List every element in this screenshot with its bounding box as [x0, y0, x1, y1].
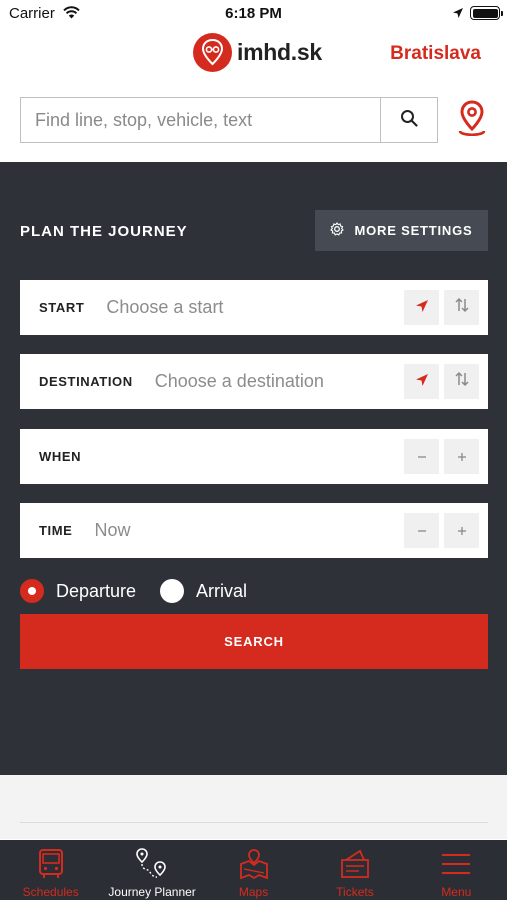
search-icon	[400, 109, 418, 132]
location-arrow-icon	[415, 297, 429, 318]
time-decrement-button[interactable]	[404, 513, 439, 548]
planner-title: PLAN THE JOURNEY	[20, 223, 188, 240]
battery-icon	[470, 6, 503, 20]
when-field[interactable]: WHEN	[20, 429, 488, 484]
swap-arrows-icon	[454, 371, 470, 392]
time-input[interactable]	[94, 520, 355, 541]
clock: 6:18 PM	[225, 5, 282, 22]
minus-icon	[417, 520, 427, 541]
menu-icon	[440, 848, 472, 880]
start-swap-button[interactable]	[444, 290, 479, 325]
search-button[interactable]	[380, 97, 438, 143]
bus-icon	[37, 848, 65, 880]
route-icon	[135, 848, 169, 880]
plus-icon	[457, 446, 467, 467]
arrival-radio[interactable]	[160, 579, 185, 603]
nearby-stops-button[interactable]	[455, 99, 489, 143]
city-selector[interactable]: Bratislava	[390, 43, 481, 65]
start-input[interactable]	[106, 297, 377, 318]
plus-icon	[457, 520, 467, 541]
tab-label: Maps	[238, 885, 269, 899]
destination-field[interactable]: DESTINATION	[20, 354, 488, 409]
tab-label: Journey Planner	[108, 885, 196, 899]
when-decrement-button[interactable]	[404, 439, 439, 474]
ticket-icon	[339, 848, 371, 880]
departure-label[interactable]: Departure	[56, 581, 136, 602]
time-label: TIME	[39, 523, 73, 538]
start-label: START	[39, 300, 85, 315]
app-header: imhd.sk Bratislava	[0, 28, 507, 80]
tab-schedules[interactable]: Schedules	[0, 840, 101, 900]
tab-menu[interactable]: Menu	[406, 840, 507, 900]
tab-label: Schedules	[22, 885, 79, 899]
time-increment-button[interactable]	[444, 513, 479, 548]
start-field[interactable]: START	[20, 280, 488, 335]
app-logo[interactable]: imhd.sk	[193, 33, 322, 72]
location-arrow-icon	[452, 6, 464, 24]
search-bar	[20, 97, 487, 143]
destination-swap-button[interactable]	[444, 364, 479, 399]
when-increment-button[interactable]	[444, 439, 479, 474]
results-area	[0, 775, 507, 839]
swap-arrows-icon	[454, 297, 470, 318]
logo-text: imhd.sk	[237, 39, 322, 65]
tab-tickets[interactable]: Tickets	[304, 840, 405, 900]
departure-radio[interactable]	[20, 579, 44, 603]
location-arrow-icon	[415, 371, 429, 392]
logo-pin-icon	[193, 33, 232, 72]
arrival-label[interactable]: Arrival	[196, 581, 247, 602]
search-submit-button[interactable]: SEARCH	[20, 614, 488, 669]
destination-input[interactable]	[154, 371, 375, 392]
map-pin-icon	[457, 99, 487, 143]
search-input[interactable]	[20, 97, 380, 143]
more-settings-label: MORE SETTINGS	[354, 223, 473, 238]
tab-maps[interactable]: Maps	[203, 840, 304, 900]
tab-journey-planner[interactable]: Journey Planner	[101, 840, 202, 900]
gear-icon	[330, 222, 354, 239]
departure-arrival-toggle: Departure Arrival	[20, 576, 247, 606]
destination-label: DESTINATION	[39, 374, 133, 389]
map-icon	[238, 848, 270, 880]
status-bar: Carrier 6:18 PM	[0, 0, 507, 28]
journey-planner-panel: PLAN THE JOURNEY MORE SETTINGS START DES…	[0, 162, 507, 775]
when-label: WHEN	[39, 449, 82, 464]
tab-label: Menu	[441, 885, 472, 899]
divider	[20, 822, 488, 823]
destination-locate-button[interactable]	[404, 364, 439, 399]
start-locate-button[interactable]	[404, 290, 439, 325]
tab-bar: Schedules Journey Planner Maps Tickets M…	[0, 840, 507, 900]
time-field[interactable]: TIME	[20, 503, 488, 558]
more-settings-button[interactable]: MORE SETTINGS	[315, 210, 488, 251]
minus-icon	[417, 446, 427, 467]
tab-label: Tickets	[336, 885, 374, 899]
